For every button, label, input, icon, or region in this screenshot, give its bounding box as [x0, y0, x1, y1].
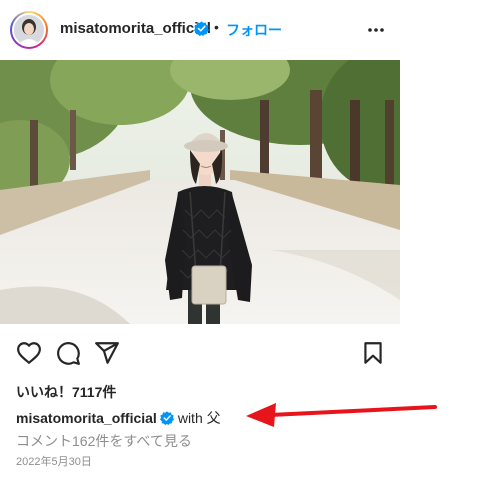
photo-image [0, 60, 400, 324]
post-caption: misatomorita_official with 父 [16, 408, 221, 428]
follow-button[interactable]: フォロー [226, 20, 282, 40]
comment-icon[interactable] [55, 340, 81, 366]
heart-icon[interactable] [16, 340, 42, 366]
verified-badge-icon [194, 21, 209, 36]
likes-count[interactable]: いいね！7117件 [16, 382, 116, 402]
bookmark-icon[interactable] [360, 340, 386, 366]
action-bar [0, 340, 400, 370]
more-options-icon[interactable] [366, 20, 386, 40]
avatar[interactable] [10, 11, 48, 49]
avatar-image [12, 13, 46, 47]
annotation-arrow-icon [246, 403, 437, 427]
post-date: 2022年5月30日 [16, 456, 92, 468]
share-icon[interactable] [94, 340, 120, 366]
post-username[interactable]: misatomorita_official [60, 20, 211, 37]
post-photo[interactable] [0, 60, 400, 324]
separator-dot: • [214, 19, 219, 35]
caption-username[interactable]: misatomorita_official [16, 410, 157, 426]
view-all-comments-link[interactable]: コメント162件をすべて見る [16, 431, 192, 451]
post-header: misatomorita_official • フォロー [0, 0, 400, 60]
caption-text: with 父 [177, 410, 221, 426]
verified-badge-icon [159, 411, 174, 425]
